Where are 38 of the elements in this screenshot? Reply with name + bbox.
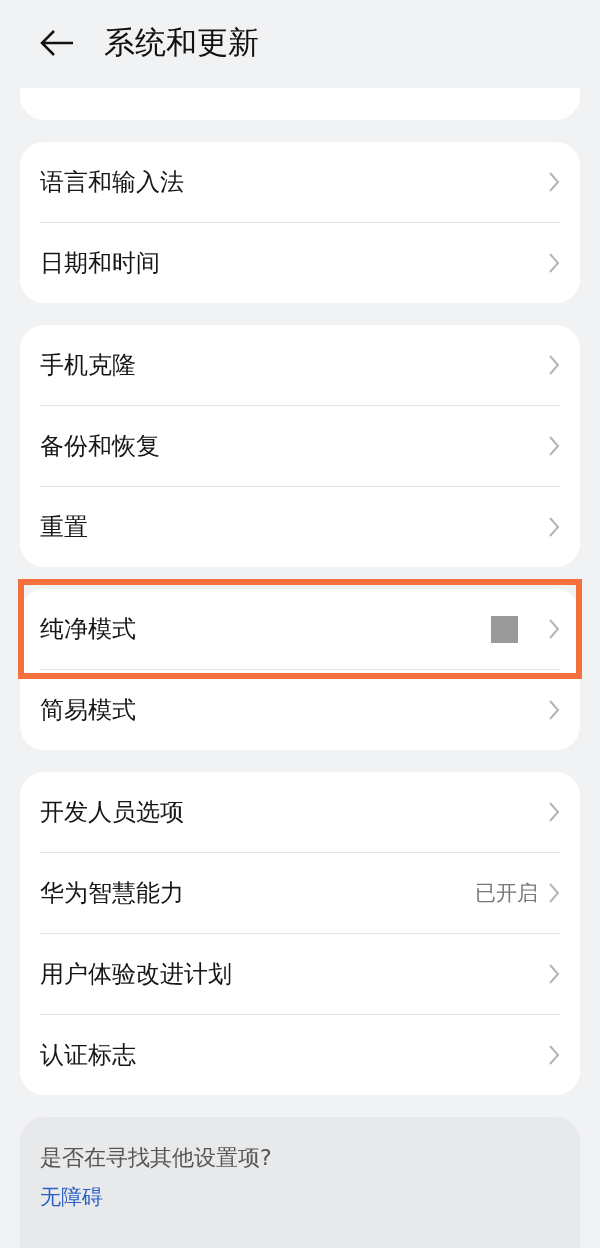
chevron-right-icon [548, 354, 560, 376]
settings-row[interactable]: 认证标志 [40, 1014, 560, 1095]
page-title: 系统和更新 [104, 23, 259, 62]
back-icon[interactable] [40, 29, 74, 57]
row-label: 认证标志 [40, 1040, 137, 1071]
row-label: 手机克隆 [40, 350, 137, 381]
row-label: 华为智慧能力 [40, 878, 185, 909]
chevron-right-icon [548, 882, 560, 904]
row-label: 语言和输入法 [40, 167, 185, 198]
settings-row[interactable]: 纯净模式 [40, 589, 560, 669]
settings-row[interactable]: 简易模式 [40, 669, 560, 750]
row-label: 简易模式 [40, 695, 137, 726]
row-label: 纯净模式 [40, 614, 137, 645]
settings-row[interactable]: 语言和输入法 [40, 142, 560, 222]
settings-row[interactable]: 华为智慧能力 已开启 [40, 852, 560, 933]
row-label: 重置 [40, 512, 89, 543]
chevron-right-icon [548, 516, 560, 538]
chevron-right-icon [548, 801, 560, 823]
row-label: 用户体验改进计划 [40, 959, 233, 990]
row-label: 开发人员选项 [40, 797, 185, 828]
chevron-right-icon [548, 699, 560, 721]
row-label: 日期和时间 [40, 248, 161, 279]
settings-row[interactable]: 重置 [40, 486, 560, 567]
chevron-right-icon [548, 171, 560, 193]
chevron-right-icon [548, 435, 560, 457]
chevron-right-icon [548, 1044, 560, 1066]
settings-row[interactable]: 用户体验改进计划 [40, 933, 560, 1014]
chevron-right-icon [548, 252, 560, 274]
settings-row[interactable]: 日期和时间 [40, 222, 560, 303]
accessibility-link[interactable]: 无障碍 [40, 1183, 560, 1211]
suggestion-question: 是否在寻找其他设置项? [40, 1144, 273, 1172]
chevron-right-icon [548, 963, 560, 985]
row-value: 已开启 [475, 880, 538, 907]
settings-row[interactable]: 备份和恢复 [40, 405, 560, 486]
settings-row[interactable]: 开发人员选项 [40, 772, 560, 852]
settings-row[interactable]: 手机克隆 [40, 325, 560, 405]
row-label: 备份和恢复 [40, 431, 161, 462]
chevron-right-icon [548, 618, 560, 640]
